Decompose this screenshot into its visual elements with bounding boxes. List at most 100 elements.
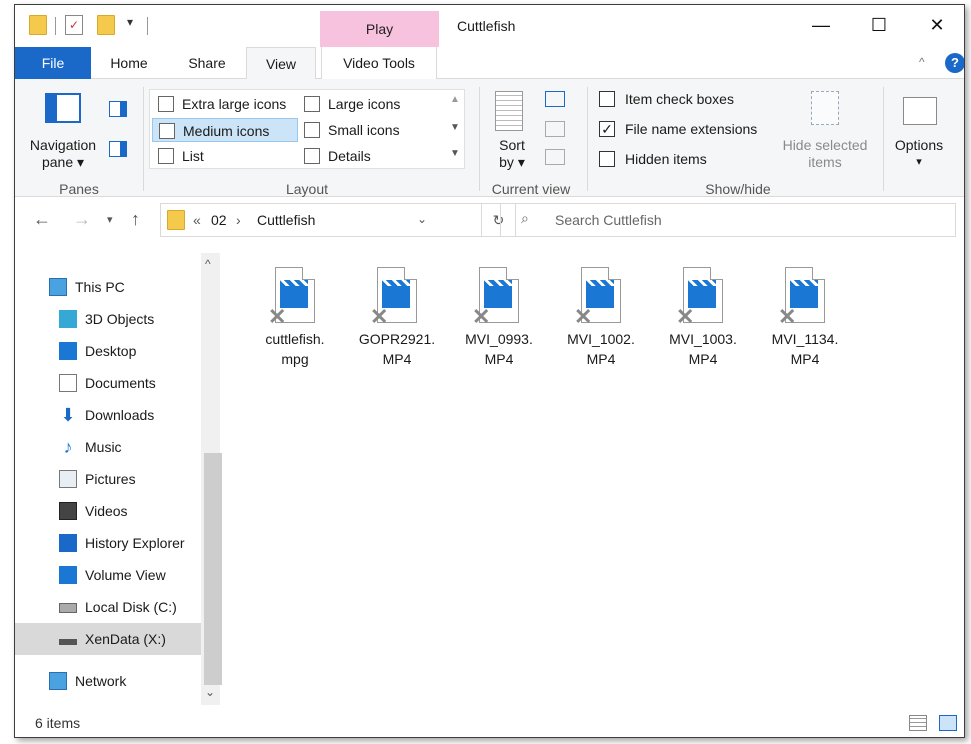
nav-item-desktop[interactable]: Desktop	[15, 335, 201, 367]
nav-item-local-disk[interactable]: Local Disk (C:)	[15, 591, 201, 623]
nav-item-this-pc[interactable]: This PC	[15, 271, 201, 303]
search-box[interactable]: ⌕ Search Cuttlefish	[500, 203, 956, 237]
ribbon-tabs: File Home Share View Video Tools ^ ?	[15, 47, 964, 80]
options-dropdown-icon[interactable]: ▾	[889, 155, 949, 168]
gallery-more-icon[interactable]: ▼	[450, 148, 460, 159]
file-item[interactable]: ✕ GOPR2921. MP4	[347, 267, 447, 369]
nav-item-network[interactable]: Network	[15, 665, 201, 697]
file-name-extensions-checkbox[interactable]: ✓	[599, 121, 615, 137]
quick-access-dropdown-icon[interactable]: ▾	[127, 15, 133, 29]
item-check-boxes-checkbox[interactable]	[599, 91, 615, 107]
options-button[interactable]: Options	[889, 137, 949, 153]
extra-large-icons-icon	[158, 96, 174, 112]
large-icons-view-icon[interactable]	[939, 715, 957, 731]
nav-item-label: History Explorer	[85, 535, 185, 551]
video-file-icon: ✕	[676, 267, 723, 328]
documents-icon	[59, 374, 77, 392]
nav-item-history-explorer[interactable]: History Explorer	[15, 527, 201, 559]
navigation-pane-icon[interactable]	[45, 93, 81, 123]
explorer-window: ✓ ▾ Play Cuttlefish — ☐ ✕ File Home Shar…	[14, 4, 965, 738]
help-icon[interactable]: ?	[945, 53, 964, 73]
collapse-ribbon-icon[interactable]: ^	[919, 55, 925, 69]
file-name: MVI_1002. MP4	[567, 331, 635, 367]
separator	[55, 17, 56, 35]
nav-item-label: Documents	[85, 375, 156, 391]
tab-file[interactable]: File	[15, 47, 91, 79]
sort-label-2: by ▾	[499, 154, 525, 170]
layout-gallery: Extra large icons Large icons Medium ico…	[149, 89, 465, 169]
nav-item-pictures[interactable]: Pictures	[15, 463, 201, 495]
nav-item-downloads[interactable]: ⬇ Downloads	[15, 399, 201, 431]
nav-item-music[interactable]: ♪ Music	[15, 431, 201, 463]
context-tab-label: Play	[365, 21, 394, 37]
nav-item-volume-view[interactable]: Volume View	[15, 559, 201, 591]
layout-item-label: Large icons	[328, 96, 401, 112]
file-name: cuttlefish. mpg	[265, 331, 325, 367]
properties-icon[interactable]: ✓	[65, 15, 83, 35]
layout-list[interactable]: List	[152, 144, 298, 168]
layout-small-icons[interactable]: Small icons	[298, 118, 444, 142]
tab-share[interactable]: Share	[177, 47, 237, 79]
new-folder-icon[interactable]	[97, 15, 115, 35]
close-button[interactable]: ✕	[907, 5, 964, 45]
layout-extra-large-icons[interactable]: Extra large icons	[152, 92, 298, 116]
address-box[interactable]: « 02 › Cuttlefish ⌄	[160, 203, 482, 237]
breadcrumb-02[interactable]: 02	[211, 212, 227, 228]
layout-large-icons[interactable]: Large icons	[298, 92, 444, 116]
search-icon: ⌕	[521, 210, 529, 226]
group-label-show-hide: Show/hide	[705, 181, 771, 197]
file-name-extensions-label: File name extensions	[625, 121, 758, 137]
nav-item-documents[interactable]: Documents	[15, 367, 201, 399]
scroll-up-icon[interactable]: ^	[205, 257, 211, 271]
back-button[interactable]: ←	[33, 209, 51, 230]
navigation-pane: This PC 3D Objects Desktop Documents ⬇ Do…	[15, 253, 220, 705]
options-icon[interactable]	[903, 97, 937, 125]
address-dropdown-icon[interactable]: ⌄	[417, 212, 427, 226]
nav-item-videos[interactable]: Videos	[15, 495, 201, 527]
nav-item-label: Downloads	[85, 407, 155, 423]
details-pane-icon[interactable]	[109, 141, 127, 157]
preview-pane-icon[interactable]	[109, 101, 127, 117]
up-button[interactable]: ↑	[131, 209, 140, 230]
scroll-down-icon[interactable]: ⌄	[205, 685, 215, 699]
video-file-icon: ✕	[778, 267, 825, 328]
add-columns-icon[interactable]	[545, 121, 565, 137]
hidden-items-checkbox[interactable]	[599, 151, 615, 167]
nav-item-xendata[interactable]: XenData (X:)	[15, 623, 201, 655]
navigation-pane-button[interactable]: Navigation pane ▾	[25, 137, 101, 171]
video-file-icon: ✕	[268, 267, 315, 328]
sort-by-icon[interactable]	[495, 91, 523, 131]
list-icon	[158, 148, 174, 164]
file-list: ✕ cuttlefish. mpg ✕ GOPR2921. MP4 ✕ MVI_0993.…	[225, 253, 964, 705]
gallery-scroll-down-icon[interactable]: ▼	[450, 122, 460, 133]
layout-details[interactable]: Details	[298, 144, 444, 168]
nav-scrollbar-thumb[interactable]	[204, 453, 222, 685]
size-columns-icon[interactable]	[545, 149, 565, 165]
gallery-scroll-up-icon[interactable]: ▲	[450, 94, 460, 105]
address-overflow-icon[interactable]: «	[193, 212, 201, 228]
search-input[interactable]: Search Cuttlefish	[555, 212, 662, 228]
nav-item-3d-objects[interactable]: 3D Objects	[15, 303, 201, 335]
recent-locations-icon[interactable]: ▾	[107, 213, 113, 226]
file-item[interactable]: ✕ MVI_0993. MP4	[449, 267, 549, 369]
file-item[interactable]: ✕ MVI_1002. MP4	[551, 267, 651, 369]
tab-home[interactable]: Home	[99, 47, 159, 79]
minimize-button[interactable]: —	[791, 5, 851, 45]
video-file-icon: ✕	[574, 267, 621, 328]
tab-view[interactable]: View	[246, 47, 316, 80]
tab-video-tools[interactable]: Video Tools	[321, 47, 437, 79]
maximize-button[interactable]: ☐	[849, 5, 909, 45]
layout-item-label: Details	[328, 148, 371, 164]
forward-button[interactable]: →	[73, 209, 91, 230]
layout-medium-icons[interactable]: Medium icons	[152, 118, 298, 142]
file-item[interactable]: ✕ MVI_1134. MP4	[755, 267, 855, 369]
separator	[883, 87, 884, 191]
layout-item-label: Medium icons	[183, 123, 270, 139]
group-by-icon[interactable]	[545, 91, 565, 107]
breadcrumb-cuttlefish[interactable]: Cuttlefish	[257, 212, 315, 228]
file-item[interactable]: ✕ cuttlefish. mpg	[245, 267, 345, 369]
xendata-drive-icon	[59, 639, 77, 645]
details-view-icon[interactable]	[909, 715, 927, 731]
sort-by-button[interactable]: Sort by ▾	[487, 137, 537, 171]
file-item[interactable]: ✕ MVI_1003. MP4	[653, 267, 753, 369]
